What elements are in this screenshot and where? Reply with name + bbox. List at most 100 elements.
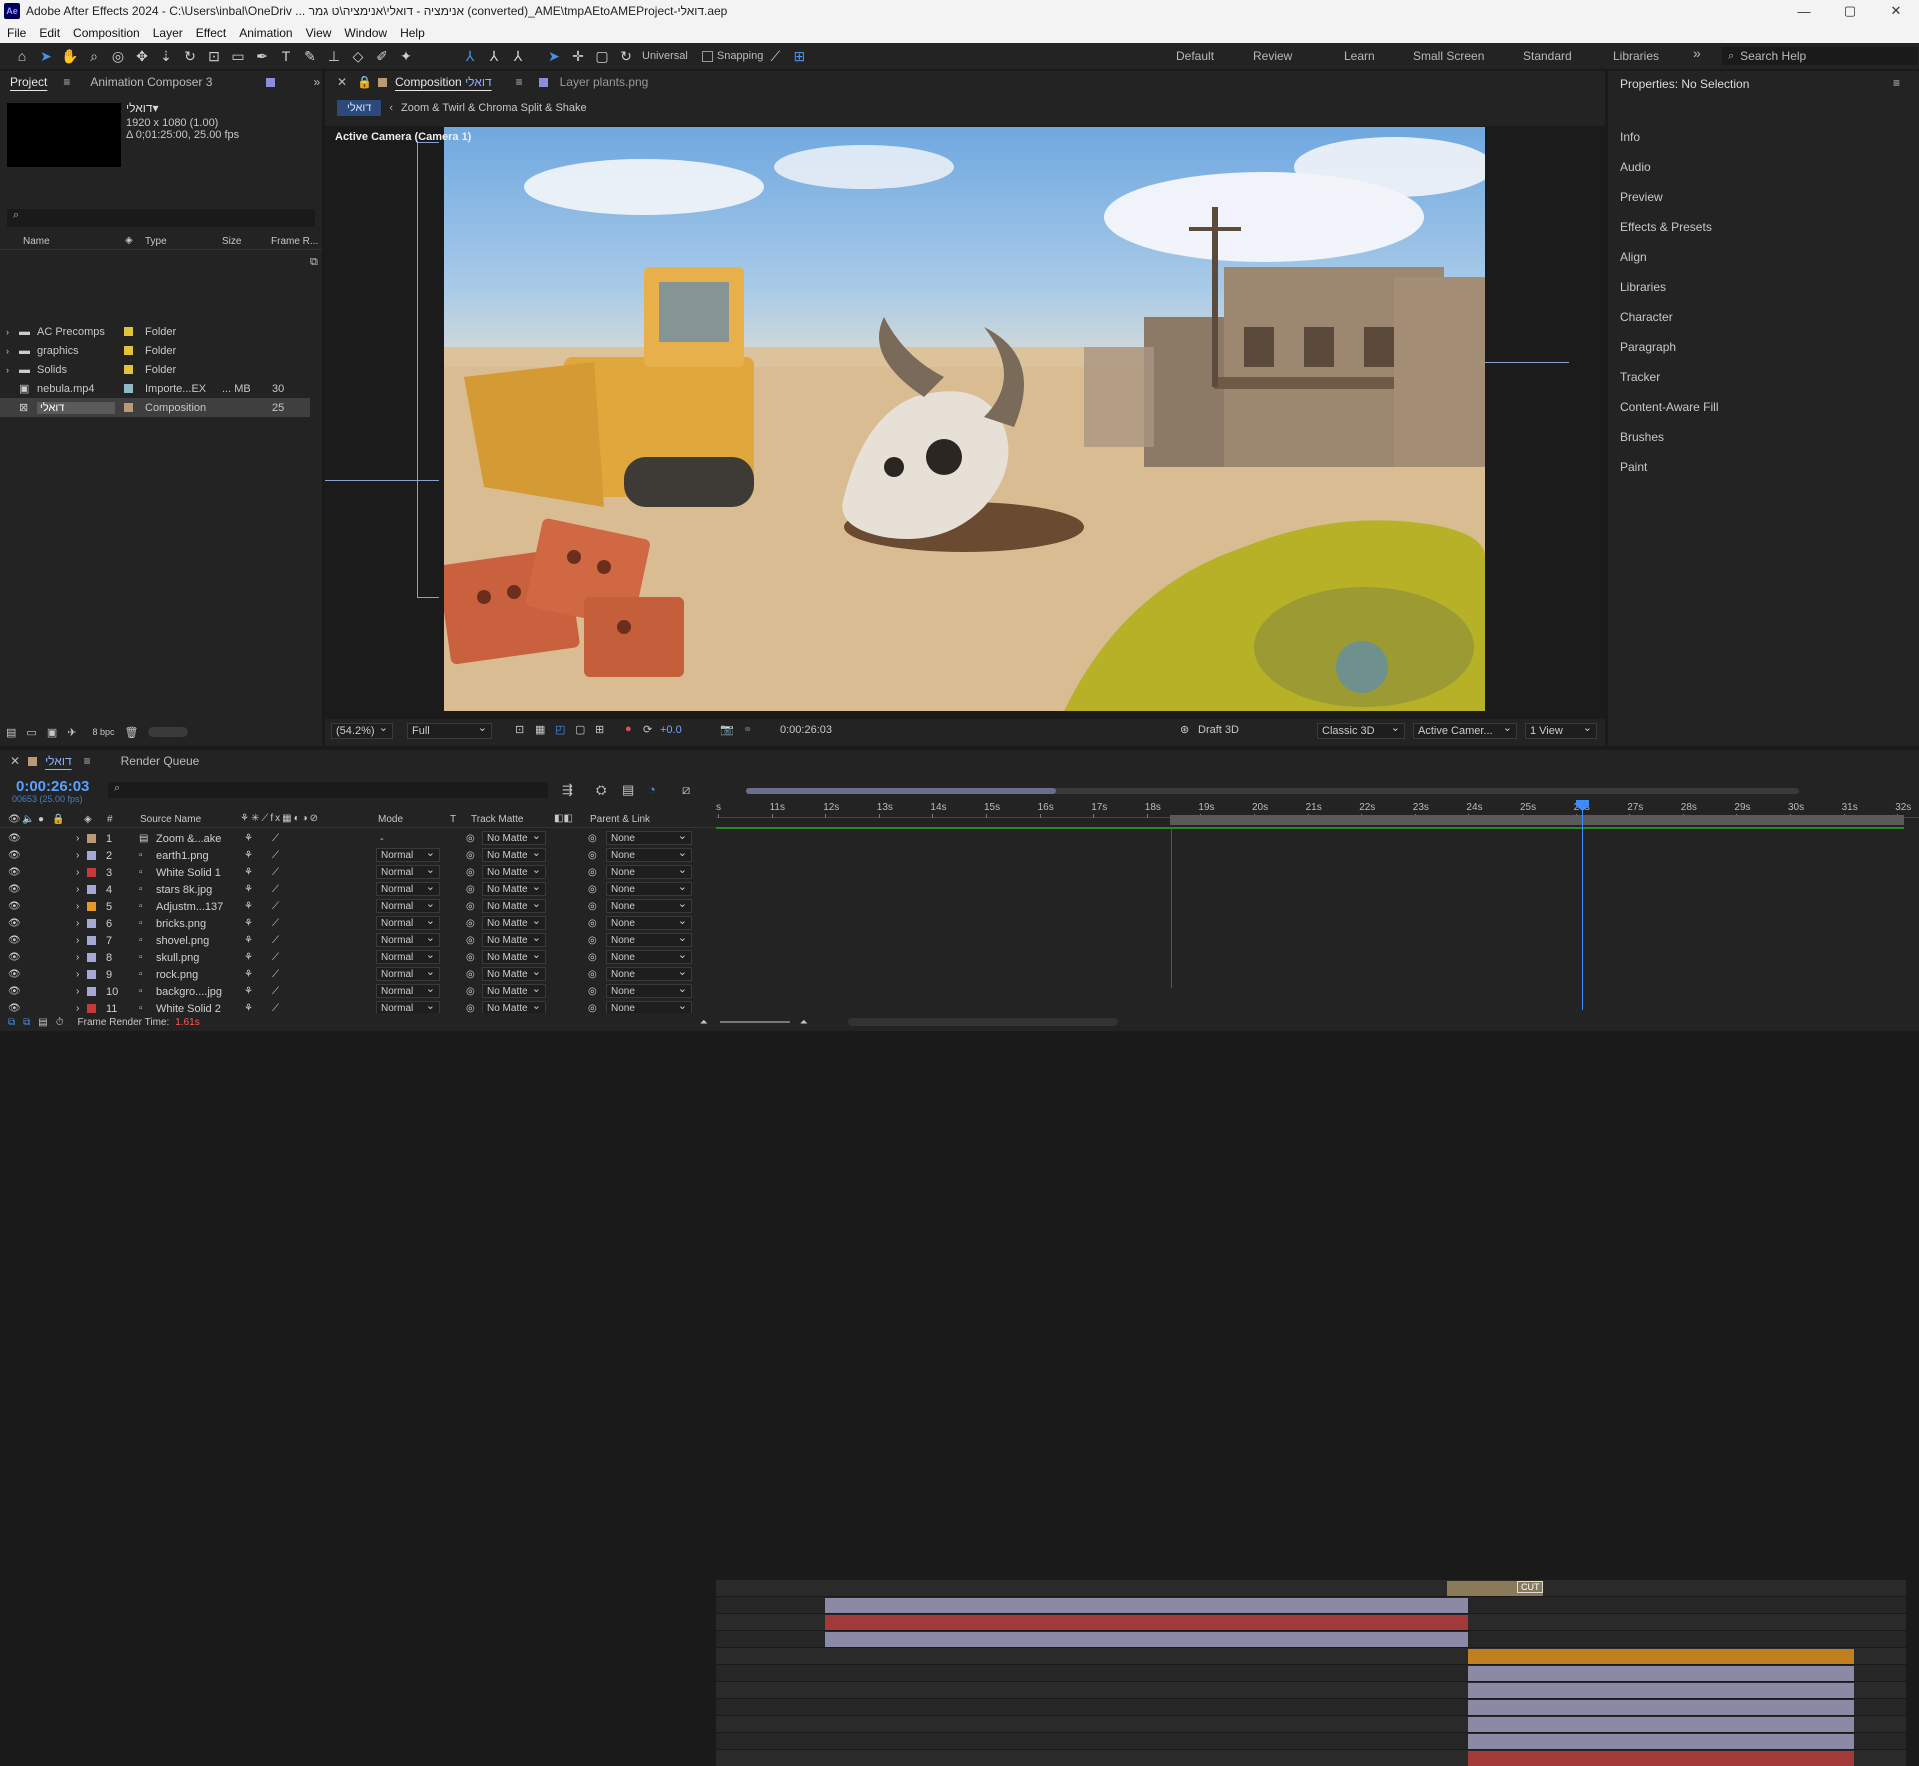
parent-dropdown[interactable]: None	[606, 931, 692, 947]
project-item[interactable]: ▣ nebula.mp4 Importe...EX ... MB 30	[0, 379, 310, 398]
layer-source-name[interactable]: Adjustm...137	[156, 901, 223, 913]
track-matte-pickwhip-icon[interactable]: ◎	[466, 986, 475, 997]
local-axis-icon[interactable]: ⅄	[458, 45, 482, 67]
dolly-camera-icon[interactable]: ⇣	[154, 45, 178, 67]
label-color-swatch[interactable]	[87, 902, 96, 911]
layer-source-name[interactable]: Zoom &...ake	[156, 833, 221, 845]
layer-duration-bar[interactable]	[1468, 1666, 1855, 1681]
properties-item-effects-presets[interactable]: Effects & Presets	[1620, 220, 1712, 234]
layer-mode-dropdown[interactable]: Normal	[376, 863, 440, 879]
snapshot-icon[interactable]: 📷	[720, 723, 734, 736]
parent-link-header[interactable]: Parent & Link	[590, 814, 650, 825]
menu-view[interactable]: View	[306, 26, 332, 40]
pen-tool-icon[interactable]: ✒	[250, 45, 274, 67]
puppet-tool-icon[interactable]: ✦	[394, 45, 418, 67]
exposure-value[interactable]: +0.0	[660, 724, 682, 736]
quality-switch-icon[interactable]: ⟋	[272, 935, 279, 946]
shy-switch-icon[interactable]: ⚘	[244, 833, 253, 844]
minimize-button[interactable]: —	[1781, 0, 1827, 22]
shy-switch-icon[interactable]: ⚘	[244, 986, 253, 997]
track-matte-dropdown[interactable]: No Matte	[482, 829, 546, 845]
layer-duration-bar[interactable]	[1468, 1751, 1855, 1766]
menu-help[interactable]: Help	[400, 26, 425, 40]
eraser-tool-icon[interactable]: ◇	[346, 45, 370, 67]
roto-brush-icon[interactable]: ✐	[370, 45, 394, 67]
parent-dropdown[interactable]: None	[606, 914, 692, 930]
track-matte-pickwhip-icon[interactable]: ◎	[466, 850, 475, 861]
layer-switches-toggle-icon[interactable]: ⧉	[8, 1017, 15, 1028]
quality-switch-icon[interactable]: ⟋	[272, 833, 279, 844]
track-matte-dropdown[interactable]: No Matte	[482, 880, 546, 896]
breadcrumb-active[interactable]: דואלי	[337, 100, 382, 116]
parent-dropdown[interactable]: None	[606, 965, 692, 981]
layer-mode-dropdown[interactable]: Normal	[376, 897, 440, 913]
render-time-toggle-icon[interactable]: ⏱	[56, 1017, 64, 1028]
clone-stamp-icon[interactable]: ⊥	[322, 45, 346, 67]
parent-pickwhip-icon[interactable]: ◎	[588, 884, 597, 895]
layer-mode-dropdown[interactable]: Normal	[376, 965, 440, 981]
layer-mode-dropdown[interactable]: Normal	[376, 846, 440, 862]
quality-switch-icon[interactable]: ⟋	[272, 850, 279, 861]
parent-pickwhip-icon[interactable]: ◎	[588, 901, 597, 912]
layer-mode-dropdown[interactable]: Normal	[376, 982, 440, 998]
video-eye-icon[interactable]: 👁	[8, 850, 21, 861]
properties-item-character[interactable]: Character	[1620, 310, 1673, 324]
magnification-dropdown[interactable]: (54.2%)	[331, 721, 393, 739]
menu-layer[interactable]: Layer	[153, 26, 183, 40]
interpret-footage-icon[interactable]: ▤	[6, 726, 16, 739]
color-channels-icon[interactable]: ●	[625, 723, 632, 735]
layer-duration-bar[interactable]	[825, 1632, 1469, 1647]
expand-arrow-icon[interactable]: ›	[76, 884, 79, 895]
transparency-grid-icon[interactable]: ▦	[535, 723, 545, 736]
properties-item-tracker[interactable]: Tracker	[1620, 370, 1660, 384]
quality-switch-icon[interactable]: ⟋	[272, 867, 279, 878]
properties-item-content-aware-fill[interactable]: Content-Aware Fill	[1620, 400, 1718, 414]
panel-expand-icon[interactable]: »	[313, 75, 320, 89]
snap-options-icon[interactable]: ⟋	[763, 45, 787, 67]
home-icon[interactable]: ⌂	[10, 45, 34, 67]
audio-switch-icon[interactable]: 🔈	[22, 814, 34, 825]
new-composition-icon[interactable]: ▣	[47, 726, 57, 739]
panel-menu-icon[interactable]: ≡	[63, 75, 70, 89]
color-management-icon[interactable]: ⟳	[643, 723, 652, 736]
project-search-input[interactable]: ⌕	[7, 209, 315, 227]
label-color-swatch[interactable]	[87, 1004, 96, 1013]
lock-icon[interactable]: 🔒	[357, 75, 372, 89]
expand-arrow-icon[interactable]: ›	[76, 867, 79, 878]
workspace-learn[interactable]: Learn	[1344, 49, 1375, 63]
track-matte-pickwhip-icon[interactable]: ◎	[466, 969, 475, 980]
layer-row[interactable]: 👁 › 10 ▫ backgro....jpg ⚘ ⟋ Normal ◎ No Matte ◎ Non…	[0, 982, 716, 1000]
transfer-controls-icon[interactable]: ⧉	[23, 1017, 30, 1028]
layer-row[interactable]: 👁 › 3 ▫ White Solid 1 ⚘ ⟋ Normal ◎ No Matte ◎ None	[0, 863, 716, 881]
layer-duration-bar[interactable]: CUT	[1446, 1581, 1544, 1596]
panel-menu-icon[interactable]: ≡	[1893, 76, 1900, 90]
layer-source-name[interactable]: White Solid 1	[156, 867, 221, 879]
timeline-scrollbar[interactable]	[847, 1018, 1118, 1026]
thumbnail-slider[interactable]	[148, 727, 189, 737]
universal-rotate-icon[interactable]: ↻	[614, 45, 638, 67]
flowchart-icon[interactable]: ⧉	[310, 256, 318, 269]
layer-source-name[interactable]: stars 8k.jpg	[156, 884, 212, 896]
track-matte-pickwhip-icon[interactable]: ◎	[466, 935, 475, 946]
quality-switch-icon[interactable]: ⟋	[272, 952, 279, 963]
panel-menu-icon[interactable]: ≡	[516, 75, 523, 89]
label-color-swatch[interactable]	[87, 936, 96, 945]
shy-switch-icon[interactable]: ⚘	[244, 850, 253, 861]
video-eye-icon[interactable]: 👁	[8, 918, 21, 929]
layer-mode-dropdown[interactable]: -	[380, 833, 384, 845]
cut-marker-label[interactable]: CUT	[1516, 1581, 1544, 1593]
label-color-swatch[interactable]	[124, 346, 133, 355]
graph-editor-icon[interactable]: ⧄	[682, 782, 690, 798]
timeline-zoom-slider[interactable]	[719, 1021, 790, 1023]
track-matte-dropdown[interactable]: No Matte	[482, 914, 546, 930]
layer-duration-bar[interactable]	[1468, 1717, 1855, 1732]
selection-tool-icon[interactable]: ➤	[34, 45, 58, 67]
workspace-standard[interactable]: Standard	[1523, 49, 1572, 63]
solo-switch-icon[interactable]: ●	[38, 814, 44, 825]
workspace-small-screen[interactable]: Small Screen	[1413, 49, 1484, 63]
project-item[interactable]: › ▬ Solids Folder	[0, 360, 310, 379]
workspace-review[interactable]: Review	[1253, 49, 1292, 63]
track-matte-pickwhip-icon[interactable]: ◎	[466, 918, 475, 929]
layer-duration-bar[interactable]	[1468, 1683, 1855, 1698]
video-eye-icon[interactable]: 👁	[8, 952, 21, 963]
